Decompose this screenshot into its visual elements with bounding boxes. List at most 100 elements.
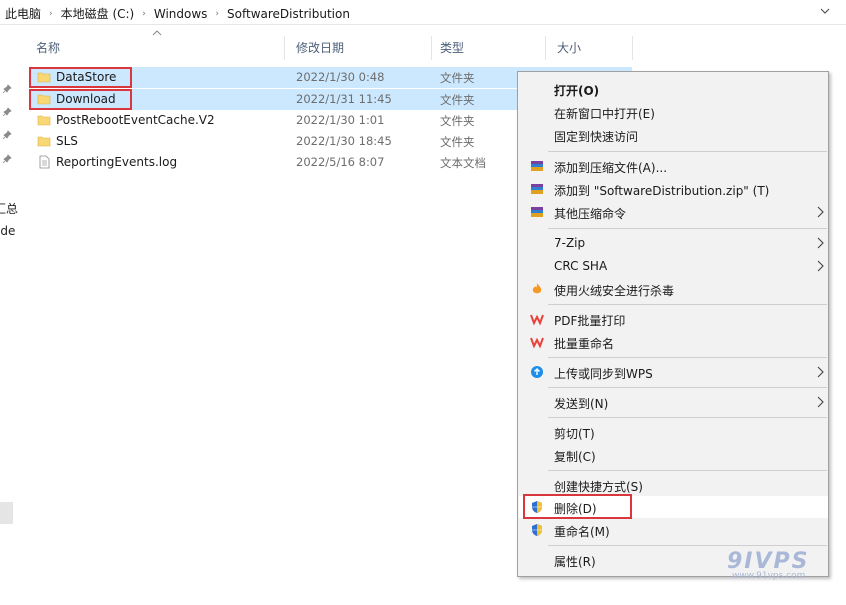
file-type: 文件夹	[440, 114, 475, 128]
cloud-upload-icon	[531, 366, 543, 378]
file-date: 2022/1/31 11:45	[296, 92, 392, 106]
menu-item-label: 剪切(T)	[554, 427, 595, 441]
column-header-name-label: 名称	[36, 41, 61, 55]
menu-item-open-new-window[interactable]: 在新窗口中打开(E)	[519, 101, 828, 123]
pin-icon	[2, 107, 12, 117]
column-header-size[interactable]: 大小	[547, 36, 633, 60]
menu-item-label: 发送到(N)	[554, 397, 609, 411]
winrar-icon	[531, 161, 543, 171]
menu-separator	[548, 417, 827, 418]
menu-item-label: 属性(R)	[554, 555, 596, 569]
menu-separator	[548, 470, 827, 471]
menu-item-wps-sync[interactable]: 上传或同步到WPS	[519, 361, 828, 383]
nav-item-label[interactable]: ide	[0, 224, 15, 238]
menu-item-add-archive[interactable]: 添加到压缩文件(A)...	[519, 155, 828, 177]
menu-item-send-to[interactable]: 发送到(N)	[519, 391, 828, 413]
menu-item-label: 创建快捷方式(S)	[554, 480, 643, 494]
menu-separator	[548, 151, 827, 152]
menu-item-label: 其他压缩命令	[554, 207, 627, 221]
breadcrumb: 此电脑 › 本地磁盘 (C:) › Windows › SoftwareDist…	[5, 5, 350, 22]
winrar-icon	[531, 207, 543, 217]
menu-item-crc-sha[interactable]: CRC SHA	[519, 255, 828, 277]
menu-item-label: 打开(O)	[554, 84, 600, 98]
column-header-type-label: 类型	[440, 41, 465, 55]
highlight-box	[523, 494, 632, 519]
menu-item-more-compress[interactable]: 其他压缩命令	[519, 201, 828, 223]
menu-item-label: 固定到快速访问	[554, 130, 639, 144]
pin-icon	[2, 154, 12, 164]
breadcrumb-local-disk[interactable]: 本地磁盘 (C:)	[61, 5, 135, 22]
breadcrumb-separator-icon: ›	[215, 8, 220, 19]
menu-item-copy[interactable]: 复制(C)	[519, 444, 828, 466]
menu-item-batch-rename[interactable]: 批量重命名	[519, 331, 828, 353]
menu-item-rename[interactable]: 重命名(M)	[519, 519, 828, 541]
nav-selected-item[interactable]	[0, 502, 13, 524]
folder-icon	[37, 136, 51, 147]
menu-item-pin-quick-access[interactable]: 固定到快速访问	[519, 124, 828, 146]
nav-item-label[interactable]: 汇总	[0, 200, 18, 217]
menu-item-label: CRC SHA	[554, 259, 608, 273]
file-date: 2022/5/16 8:07	[296, 155, 385, 169]
file-date: 2022/1/30 18:45	[296, 134, 392, 148]
menu-separator	[548, 357, 827, 358]
menu-separator	[548, 545, 827, 546]
menu-item-label: 批量重命名	[554, 337, 615, 351]
menu-item-cut[interactable]: 剪切(T)	[519, 421, 828, 443]
menu-separator	[548, 304, 827, 305]
file-type: 文本文档	[440, 156, 486, 170]
chevron-right-icon	[817, 396, 824, 408]
menu-item-label: 7-Zip	[554, 236, 586, 250]
file-name: SLS	[56, 134, 78, 148]
chevron-right-icon	[817, 260, 824, 272]
highlight-box	[29, 89, 132, 110]
menu-item-label: 复制(C)	[554, 450, 596, 464]
uac-shield-icon	[532, 524, 542, 536]
file-type: 文件夹	[440, 71, 475, 85]
menu-item-create-shortcut[interactable]: 创建快捷方式(S)	[519, 474, 828, 496]
file-name: PostRebootEventCache.V2	[56, 113, 215, 127]
huorong-flame-icon	[532, 283, 542, 294]
menu-item-label: PDF批量打印	[554, 314, 626, 328]
column-header-date-label: 修改日期	[296, 41, 345, 55]
chevron-right-icon	[817, 366, 824, 378]
menu-item-label: 上传或同步到WPS	[554, 367, 653, 381]
wps-icon	[530, 314, 544, 326]
watermark-url: www.91vps.com	[732, 571, 806, 581]
address-bar[interactable]: 此电脑 › 本地磁盘 (C:) › Windows › SoftwareDist…	[0, 0, 846, 25]
chevron-right-icon	[817, 237, 824, 249]
file-date: 2022/1/30 0:48	[296, 70, 385, 84]
menu-item-open[interactable]: 打开(O)	[519, 78, 828, 100]
column-header-type[interactable]: 类型	[433, 36, 546, 60]
menu-item-label: 在新窗口中打开(E)	[554, 107, 655, 121]
breadcrumb-separator-icon: ›	[49, 8, 53, 19]
breadcrumb-this-pc[interactable]: 此电脑	[5, 5, 41, 22]
navigation-pane: 汇总 ide	[0, 26, 18, 605]
menu-item-label: 添加到 "SoftwareDistribution.zip" (T)	[554, 184, 770, 198]
menu-item-add-zip[interactable]: 添加到 "SoftwareDistribution.zip" (T)	[519, 178, 828, 200]
breadcrumb-softwaredistribution[interactable]: SoftwareDistribution	[227, 7, 350, 21]
menu-item-label: 重命名(M)	[554, 525, 610, 539]
pin-icon	[2, 130, 12, 140]
pin-icon	[2, 84, 12, 94]
folder-icon	[37, 115, 51, 126]
winrar-icon	[531, 184, 543, 194]
menu-item-7zip[interactable]: 7-Zip	[519, 232, 828, 254]
chevron-right-icon	[817, 206, 824, 218]
menu-item-huorong-scan[interactable]: 使用火绒安全进行杀毒	[519, 278, 828, 300]
breadcrumb-windows[interactable]: Windows	[154, 7, 208, 21]
menu-item-label: 添加到压缩文件(A)...	[554, 161, 668, 175]
file-name: ReportingEvents.log	[56, 155, 178, 169]
menu-item-label: 使用火绒安全进行杀毒	[554, 284, 675, 298]
file-type: 文件夹	[440, 93, 475, 107]
file-date: 2022/1/30 1:01	[296, 113, 385, 127]
menu-item-pdf-print[interactable]: PDF批量打印	[519, 308, 828, 330]
menu-separator	[548, 387, 827, 388]
text-file-icon	[39, 155, 50, 169]
column-header-name[interactable]: 名称	[29, 36, 285, 60]
wps-icon	[530, 337, 544, 349]
chevron-down-icon[interactable]	[818, 4, 832, 18]
menu-separator	[548, 228, 827, 229]
column-header-date[interactable]: 修改日期	[286, 36, 432, 60]
file-type: 文件夹	[440, 135, 475, 149]
column-header-size-label: 大小	[557, 41, 582, 55]
